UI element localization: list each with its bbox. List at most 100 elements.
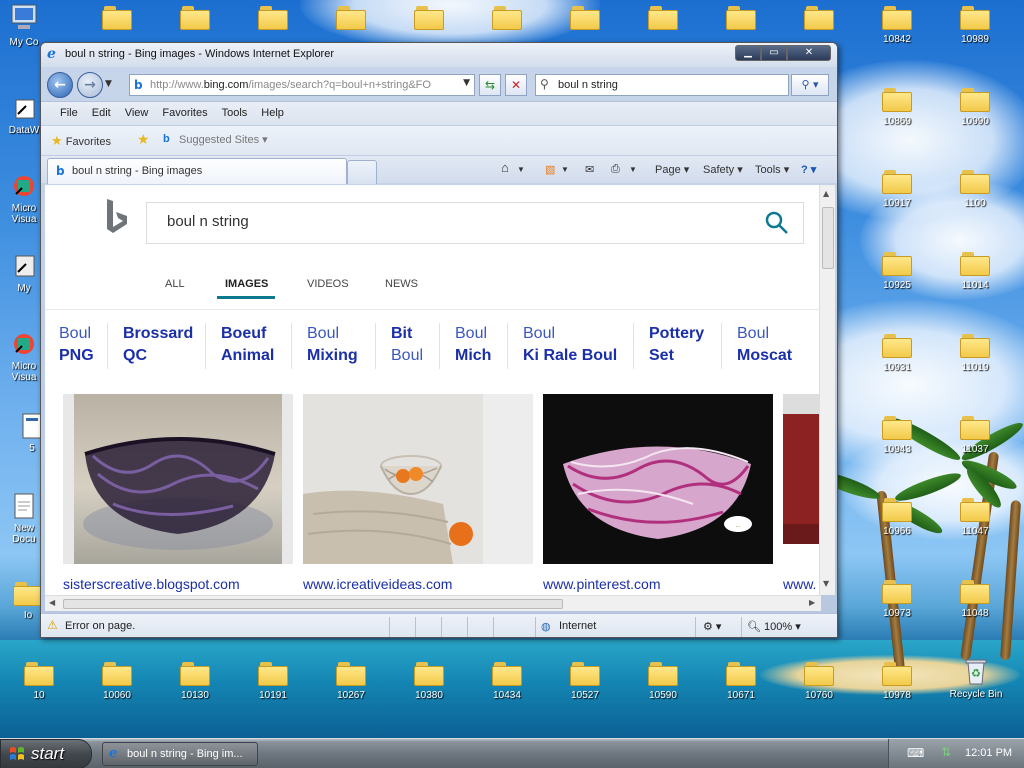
desktop-folder-10191[interactable]: 10191: [235, 658, 311, 718]
tab-videos[interactable]: VIDEOS: [307, 278, 349, 290]
desktop-folder-11037[interactable]: 11037: [937, 412, 1013, 472]
desktop-folder-10990[interactable]: 10990: [937, 84, 1013, 144]
clock[interactable]: 12:01 PM: [965, 747, 1012, 759]
menu-help[interactable]: Help: [254, 102, 291, 125]
warning-icon[interactable]: ⚠: [47, 618, 58, 632]
menu-view[interactable]: View: [118, 102, 156, 125]
desktop-folder-10966[interactable]: 10966: [859, 494, 935, 554]
safety-menu[interactable]: Safety ▾: [703, 163, 743, 176]
suggested-sites-button[interactable]: Suggested Sites ▾: [179, 133, 268, 146]
minimize-button[interactable]: ▁: [735, 45, 761, 61]
desktop-folder-10869[interactable]: 10869: [859, 84, 935, 144]
close-button[interactable]: ✕: [787, 45, 831, 61]
related-search[interactable]: Bit Boul: [391, 323, 423, 367]
scroll-up-icon[interactable]: ▲: [823, 189, 829, 198]
desktop-folder-11014[interactable]: 11014: [937, 248, 1013, 308]
scroll-left-icon[interactable]: ◀: [49, 598, 55, 607]
vertical-scrollbar[interactable]: ▲ ▼: [819, 185, 835, 595]
mail-icon[interactable]: ✉: [585, 163, 594, 176]
desktop-folder-11019[interactable]: 11019: [937, 330, 1013, 390]
related-search[interactable]: Boul Mixing: [307, 323, 358, 367]
desktop-folder-10060[interactable]: 10060: [79, 658, 155, 718]
desktop-folder-10434[interactable]: 10434: [469, 658, 545, 718]
menu-favorites[interactable]: Favorites: [155, 102, 214, 125]
desktop-folder-10943[interactable]: 10943: [859, 412, 935, 472]
desktop-folder-10380[interactable]: 10380: [391, 658, 467, 718]
desktop-folder-10925[interactable]: 10925: [859, 248, 935, 308]
image-thumbnail[interactable]: [303, 394, 533, 564]
bing-logo-icon[interactable]: [101, 197, 131, 237]
desktop-folder-11047[interactable]: 11047: [937, 494, 1013, 554]
search-go-button[interactable]: ⚲ ▾: [791, 74, 829, 96]
tab-news[interactable]: NEWS: [385, 278, 418, 290]
search-icon[interactable]: [763, 209, 791, 237]
related-search[interactable]: Brossard QC: [123, 323, 193, 367]
desktop-folder-10842[interactable]: 10842: [859, 2, 935, 62]
desktop-icon-my[interactable]: My: [4, 252, 44, 294]
title-bar[interactable]: e boul n string - Bing images - Windows …: [41, 43, 837, 67]
tools-menu[interactable]: Tools ▾: [755, 163, 789, 176]
desktop-folder-11048[interactable]: 11048: [937, 576, 1013, 636]
image-thumbnail[interactable]: [783, 394, 821, 544]
scroll-down-icon[interactable]: ▼: [823, 579, 829, 588]
desktop-folder-10267[interactable]: 10267: [313, 658, 389, 718]
search-field[interactable]: ⚲ boul n string: [535, 74, 789, 96]
feeds-dropdown-icon[interactable]: ▼: [561, 165, 569, 174]
desktop-folder-10760[interactable]: 10760: [781, 658, 857, 718]
home-icon[interactable]: ⌂: [501, 160, 509, 175]
desktop-folder-1100[interactable]: 1100: [937, 166, 1013, 226]
desktop-folder-10527[interactable]: 10527: [547, 658, 623, 718]
desktop-icon-microsoft-visual-2[interactable]: Micro Visua: [4, 330, 44, 383]
start-button[interactable]: start: [0, 739, 92, 768]
related-search[interactable]: Boul Ki Rale Boul: [523, 323, 617, 367]
menu-tools[interactable]: Tools: [215, 102, 255, 125]
scroll-right-icon[interactable]: ▶: [809, 598, 815, 607]
history-dropdown-icon[interactable]: ▼: [105, 79, 112, 89]
related-search[interactable]: Boul PNG: [59, 323, 94, 367]
add-favorites-icon[interactable]: ★: [137, 131, 150, 148]
result-source-link[interactable]: www.pinterest.com: [543, 576, 660, 592]
print-dropdown-icon[interactable]: ▼: [629, 165, 637, 174]
new-tab-button[interactable]: [347, 160, 377, 184]
tab-bing-images[interactable]: b boul n string - Bing images: [47, 158, 347, 184]
related-search[interactable]: Boul Moscat: [737, 323, 792, 367]
related-search[interactable]: Boul Mich: [455, 323, 491, 367]
zoom-control[interactable]: 🔍︎ 100% ▾: [747, 620, 801, 633]
desktop-folder-10931[interactable]: 10931: [859, 330, 935, 390]
desktop-folder-10130[interactable]: 10130: [157, 658, 233, 718]
desktop-folder-10671[interactable]: 10671: [703, 658, 779, 718]
feeds-icon[interactable]: ▧: [545, 163, 555, 176]
protected-mode-icon[interactable]: ⚙ ▾: [703, 620, 721, 633]
favorites-button[interactable]: ★ Favorites: [51, 133, 111, 149]
address-dropdown-icon[interactable]: ▼: [463, 78, 470, 88]
network-icon[interactable]: ⇅: [941, 745, 951, 759]
bing-search-box[interactable]: boul n string: [146, 202, 804, 244]
result-source-link[interactable]: sisterscreative.blogspot.com: [63, 576, 240, 592]
page-menu[interactable]: Page ▾: [655, 163, 689, 176]
maximize-button[interactable]: ▭: [761, 45, 787, 61]
tab-images[interactable]: IMAGES: [225, 278, 268, 290]
desktop-icon-new-document[interactable]: New Docu: [4, 492, 44, 545]
desktop-icon-dataw[interactable]: DataW: [4, 96, 44, 136]
desktop-folder-10978[interactable]: 10978: [859, 658, 935, 718]
related-search[interactable]: Pottery Set: [649, 323, 704, 367]
image-thumbnail[interactable]: [63, 394, 293, 564]
menu-edit[interactable]: Edit: [85, 102, 118, 125]
forward-button[interactable]: →: [77, 72, 103, 98]
desktop-icon-recycle-bin[interactable]: ♻ Recycle Bin: [940, 656, 1012, 700]
print-icon[interactable]: ⎙: [611, 163, 620, 176]
keyboard-icon[interactable]: ⌨: [907, 746, 924, 760]
desktop-folder-10917[interactable]: 10917: [859, 166, 935, 226]
refresh-button[interactable]: ⇆: [479, 74, 501, 96]
desktop-folder-10590[interactable]: 10590: [625, 658, 701, 718]
horizontal-scrollbar[interactable]: ◀ ▶: [45, 595, 821, 611]
image-thumbnail[interactable]: ...: [543, 394, 773, 564]
help-icon[interactable]: ? ▾: [801, 163, 816, 176]
scroll-thumb[interactable]: [63, 599, 563, 609]
related-search[interactable]: Boeuf Animal: [221, 323, 274, 367]
address-bar[interactable]: b http://www.bing.com/images/search?q=bo…: [129, 74, 475, 96]
stop-button[interactable]: ✕: [505, 74, 527, 96]
back-button[interactable]: ←: [47, 72, 73, 98]
result-source-link[interactable]: www.: [783, 576, 816, 592]
desktop-icon-my-computer[interactable]: My Co: [4, 2, 44, 48]
